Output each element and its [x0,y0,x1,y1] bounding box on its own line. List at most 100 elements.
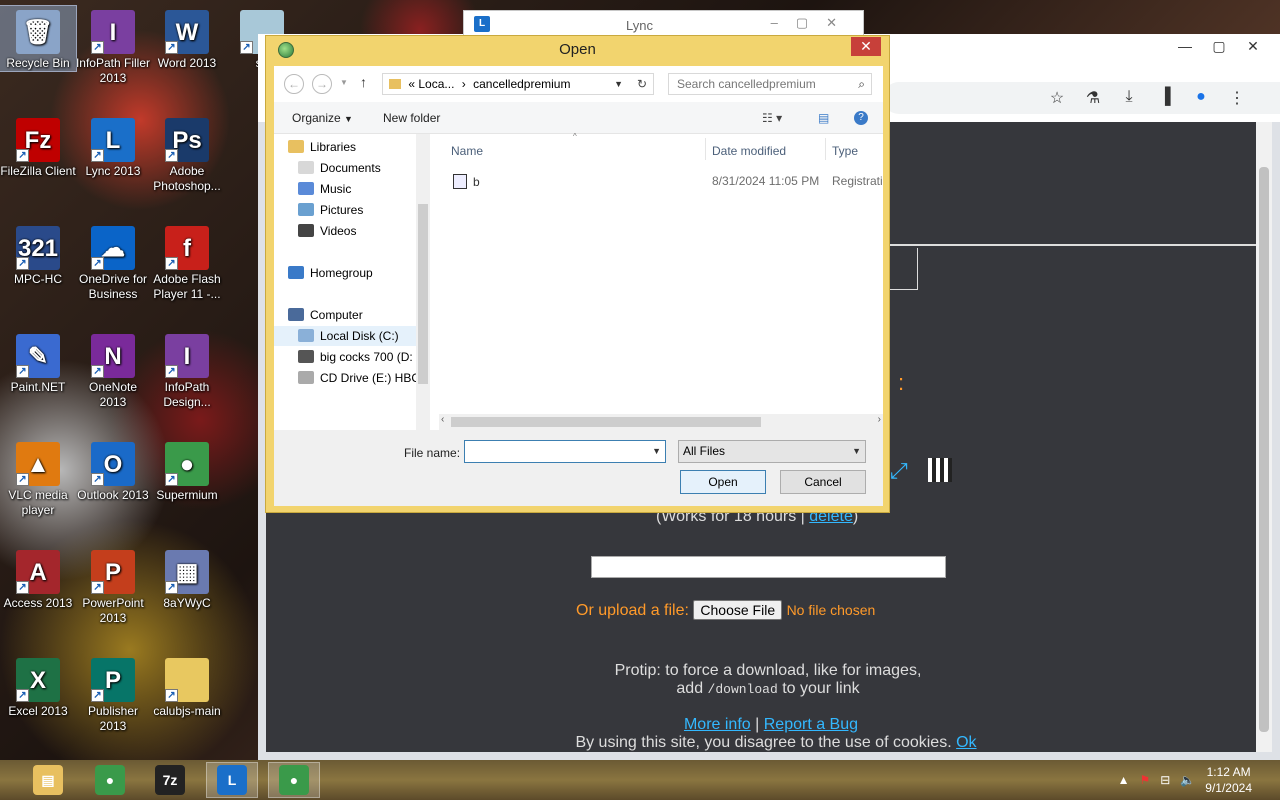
qr-code-icon[interactable] [928,458,952,482]
help-icon[interactable]: ? [854,111,868,125]
desktop-icon[interactable]: f ↗ Adobe Flash Player 11 -... [149,222,225,302]
file-name-dropdown-icon[interactable]: ▼ [652,446,661,456]
desktop-icon[interactable]: ▲ ↗ VLC media player [0,438,76,518]
minimize-icon[interactable]: — [1168,38,1202,55]
page-scrollbar[interactable] [1256,122,1272,752]
paste-textarea[interactable] [591,556,946,578]
nav-item[interactable]: Music [274,179,416,199]
desktop-icon[interactable]: I ↗ InfoPath Filler 2013 [75,6,151,86]
registry-file-icon [453,174,467,189]
open-button[interactable]: Open [680,470,766,494]
bookmark-star-icon[interactable]: ☆ [1046,88,1068,108]
search-input[interactable]: Search cancelledpremium ⌕ [668,73,872,95]
nav-item[interactable]: Homegroup [274,263,416,283]
recent-dropdown-icon[interactable]: ▼ [340,78,348,87]
desktop-icon[interactable]: 🗑 Recycle Bin [0,5,77,72]
cookie-ok-link[interactable]: Ok [956,734,976,751]
desktop-icon[interactable]: N ↗ OneNote 2013 [75,330,151,410]
desktop-icon[interactable]: X ↗ Excel 2013 [0,654,76,719]
profile-icon[interactable]: ● [1190,88,1212,108]
shortcut-arrow-icon: ↗ [16,257,29,270]
dialog-footer: File name: ▼ All Files ▼ Open Cancel [274,430,883,506]
desktop-icon[interactable]: W ↗ Word 2013 [149,6,225,71]
close-icon[interactable]: ✕ [1236,38,1270,55]
desktop-icon[interactable]: I ↗ InfoPath Design... [149,330,225,410]
shortcut-arrow-icon: ↗ [91,581,104,594]
nav-item[interactable]: Local Disk (C:) [274,326,416,346]
desktop-icon-label: calubjs-main [153,704,221,718]
taskbar-item-supermium[interactable]: ● [84,762,136,798]
taskbar-item-supermium-active[interactable]: ● [268,762,320,798]
desktop-icon[interactable]: ☁ ↗ OneDrive for Business [75,222,151,302]
choose-file-button[interactable]: Choose File [693,600,783,620]
desktop-icon[interactable]: Ps ↗ Adobe Photoshop... [149,114,225,194]
desktop-icon[interactable]: ● ↗ Supermium [149,438,225,503]
action-center-icon[interactable]: ⚑ [1140,773,1151,787]
desktop-icon[interactable]: ↗ calubjs-main [149,654,225,719]
network-icon[interactable]: ⊟ [1160,773,1170,787]
desktop-icon[interactable]: P ↗ Publisher 2013 [75,654,151,734]
nav-item[interactable]: Pictures [274,200,416,220]
cookie-notice: By using this site, you disagree to the … [575,734,977,751]
taskbar-item-lync[interactable]: L [206,762,258,798]
browser-window-controls: — ▢ ✕ [1168,38,1270,55]
download-icon[interactable]: ⤓ [1118,88,1140,108]
side-panel-icon[interactable]: ▐ [1154,88,1176,108]
up-arrow-icon[interactable]: ↑ [360,74,367,90]
breadcrumb-local[interactable]: Loca... [418,77,454,91]
nav-scrollbar[interactable] [416,134,430,430]
view-options-icon[interactable]: ☷ ▾ [762,111,782,125]
nav-item[interactable]: Videos [274,221,416,241]
protip: Protip: to force a download, like for im… [596,662,940,698]
desktop-icon[interactable]: P ↗ PowerPoint 2013 [75,546,151,626]
labs-icon[interactable]: ⚗ [1082,88,1104,108]
nav-item[interactable]: Computer [274,305,416,325]
desktop-icon[interactable]: L ↗ Lync 2013 [75,114,151,179]
lync-window[interactable]: L Lync –▢✕ [463,10,864,38]
taskbar-item-7zip[interactable]: 7z [144,762,196,798]
tray-expand-icon[interactable]: ▲ [1118,773,1130,787]
dialog-close-button[interactable]: ✕ [851,37,881,56]
column-date[interactable]: Date modified [712,144,786,158]
nav-item[interactable]: big cocks 700 (D: [274,347,416,367]
upload-label: Or upload a file: [576,602,689,619]
desktop-icon[interactable]: Fz ↗ FileZilla Client [0,114,76,179]
maximize-icon[interactable]: ▢ [1202,38,1236,55]
desktop-icon[interactable]: A ↗ Access 2013 [0,546,76,611]
address-row: ← → ▼ ↑ « Loca... › cancelledpremium ▼ ↻… [274,66,883,102]
file-type-filter[interactable]: All Files ▼ [678,440,866,463]
taskbar-item-file-explorer[interactable]: ▤ [22,762,74,798]
forward-icon[interactable]: → [312,74,332,94]
file-list-hscrollbar[interactable]: ‹ › [439,414,883,430]
back-icon[interactable]: ← [284,74,304,94]
new-folder-button[interactable]: New folder [383,111,440,125]
volume-icon[interactable]: 🔈 [1180,773,1195,787]
preview-pane-icon[interactable]: ▤ [818,111,829,125]
nav-item-icon [288,266,304,279]
column-name[interactable]: Name [451,144,483,158]
desktop-icon[interactable]: ✎ ↗ Paint.NET [0,330,76,395]
breadcrumb-folder[interactable]: cancelledpremium [473,77,570,91]
open-link-icon[interactable]: ⤢ [890,458,908,484]
desktop-icon[interactable]: O ↗ Outlook 2013 [75,438,151,503]
nav-item[interactable]: CD Drive (E:) HBC [274,368,416,388]
desktop-icon[interactable]: ▦ ↗ 8aYWyC [149,546,225,611]
column-type[interactable]: Type [832,144,858,158]
cancel-button[interactable]: Cancel [780,470,866,494]
browser-tools: ☆ ⚗ ⤓ ▐ ● ⋮ [1046,88,1248,108]
desktop-icon[interactable]: 321 ↗ MPC-HC [0,222,76,287]
lync-window-controls[interactable]: –▢✕ [771,15,855,31]
organize-button[interactable]: Organize ▼ [292,111,353,125]
more-info-link[interactable]: More info [684,716,751,733]
nav-item[interactable]: Libraries [274,137,416,157]
nav-item-label: Documents [320,161,381,175]
file-name-input[interactable]: ▼ [464,440,666,463]
nav-item[interactable]: Documents [274,158,416,178]
report-bug-link[interactable]: Report a Bug [764,716,858,733]
breadcrumb[interactable]: « Loca... › cancelledpremium ▼ ↻ [382,73,654,95]
address-dropdown-icon[interactable]: ▼ [614,74,623,94]
menu-icon[interactable]: ⋮ [1226,88,1248,108]
refresh-icon[interactable]: ↻ [637,74,647,94]
shortcut-arrow-icon: ↗ [165,149,178,162]
clock[interactable]: 1:12 AM 9/1/2024 [1205,764,1252,796]
